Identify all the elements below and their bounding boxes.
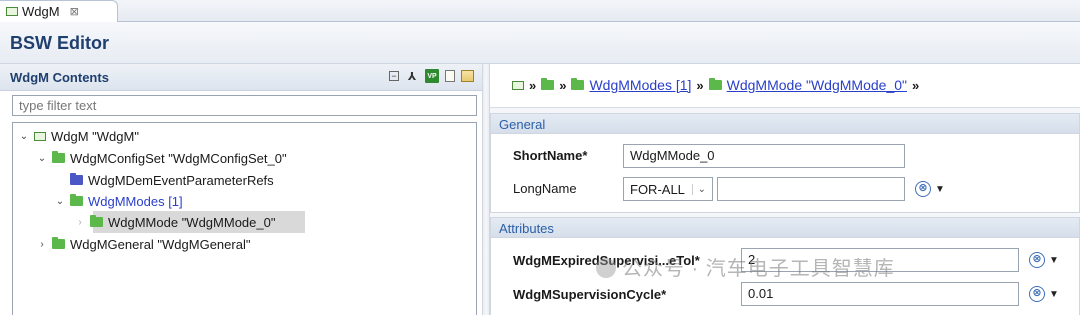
tree-node-label: WdgMConfigSet "WdgMConfigSet_0" [70, 150, 287, 166]
module-icon [6, 7, 18, 16]
contents-title: WdgM Contents [10, 70, 109, 85]
close-icon[interactable]: ⊠ [70, 5, 79, 18]
longname-label: LongName [513, 181, 577, 196]
language-value: FOR-ALL [630, 181, 685, 197]
folder-icon [70, 194, 83, 206]
document-icon[interactable] [445, 70, 455, 82]
chevron-down-icon[interactable]: ⌄ [37, 153, 47, 164]
editor-tab-strip: WdgM ⊠ [0, 0, 1080, 22]
contents-toolbar: − ⅄ VP [389, 69, 474, 83]
chevron-right-icon: » [696, 77, 704, 93]
settings-icon[interactable]: ⊗ [915, 181, 931, 197]
tree-node-general[interactable]: › WdgMGeneral "WdgMGeneral" [37, 233, 250, 255]
chevron-down-icon[interactable]: ⌄ [55, 196, 65, 207]
supervision-cycle-action[interactable]: ⊗ ▼ [1029, 286, 1059, 302]
chevron-down-icon[interactable]: ⌄ [19, 131, 29, 142]
chevron-right-icon[interactable]: » [912, 78, 919, 93]
folder-icon [52, 151, 65, 163]
section-title: Attributes [491, 218, 1079, 238]
chevron-down-icon: ⌄ [691, 183, 706, 195]
tree-node-wdgm[interactable]: ⌄ WdgM "WdgM" [19, 125, 139, 147]
section-title: General [491, 114, 1079, 134]
table-icon[interactable] [461, 70, 474, 82]
chevron-right-icon[interactable]: › [75, 217, 85, 228]
longname-field[interactable] [717, 177, 905, 201]
settings-icon[interactable]: ⊗ [1029, 286, 1045, 302]
tree-node-label: WdgMDemEventParameterRefs [88, 172, 274, 188]
validation-icon[interactable]: VP [425, 69, 439, 83]
tree-node-label: WdgM "WdgM" [51, 128, 139, 144]
module-icon [34, 131, 46, 141]
language-select[interactable]: FOR-ALL ⌄ [623, 177, 713, 201]
hierarchy-icon[interactable]: ⅄ [405, 69, 419, 83]
dropdown-arrow-icon[interactable]: ▼ [1049, 255, 1059, 266]
folder-icon [70, 173, 83, 185]
expired-tolerance-action[interactable]: ⊗ ▼ [1029, 252, 1059, 268]
contents-header: WdgM Contents − ⅄ VP [0, 64, 482, 91]
folder-icon[interactable] [541, 78, 555, 90]
breadcrumb: » » WdgMModes [1] » WdgMMode "WdgMMode_0… [490, 64, 1080, 108]
tree-node-mode-0[interactable]: › WdgMMode "WdgMMode_0" [75, 211, 275, 233]
settings-icon[interactable]: ⊗ [1029, 252, 1045, 268]
tree-node-label: WdgMGeneral "WdgMGeneral" [70, 236, 251, 252]
chevron-right-icon: » [559, 77, 567, 93]
editor-tab-wdgm[interactable]: WdgM ⊠ [0, 0, 118, 22]
folder-icon [52, 237, 65, 249]
collapse-all-icon[interactable]: − [389, 71, 399, 81]
editor-tab-title: WdgM [22, 4, 60, 19]
shortname-label: ShortName* [513, 148, 588, 163]
dropdown-arrow-icon[interactable]: ▼ [1049, 289, 1059, 300]
shortname-field[interactable]: WdgMMode_0 [623, 144, 905, 168]
breadcrumb-link-mode[interactable]: WdgMMode "WdgMMode_0" [727, 77, 907, 93]
dropdown-arrow-icon[interactable]: ▼ [935, 184, 945, 195]
supervision-cycle-field[interactable]: 0.01 [741, 282, 1019, 306]
watermark: 公众号 · 汽车电子工具智慧库 [596, 252, 895, 281]
pane-splitter[interactable] [482, 64, 490, 315]
editor-header: BSW Editor [0, 22, 1080, 64]
chevron-right-icon: » [529, 77, 537, 93]
page-title: BSW Editor [10, 33, 109, 53]
module-icon[interactable] [512, 80, 524, 90]
tree-node-label: WdgMModes [1] [88, 193, 183, 209]
filter-input[interactable]: type filter text [12, 95, 477, 116]
folder-icon [708, 78, 722, 90]
breadcrumb-link-modes[interactable]: WdgMModes [1] [589, 77, 691, 93]
tree-node-configset[interactable]: ⌄ WdgMConfigSet "WdgMConfigSet_0" [37, 147, 287, 169]
contents-pane: WdgM Contents − ⅄ VP type filter text ⌄ … [0, 64, 482, 315]
tree-node-dem-refs[interactable]: WdgMDemEventParameterRefs [55, 169, 274, 191]
watermark-text: 公众号 · 汽车电子工具智慧库 [622, 258, 895, 280]
folder-icon [571, 78, 585, 90]
general-section: General ShortName* WdgMMode_0 LongName F… [490, 113, 1080, 213]
tree-node-modes[interactable]: ⌄ WdgMModes [1] [55, 190, 183, 212]
longname-action[interactable]: ⊗ ▼ [915, 181, 945, 197]
chevron-right-icon[interactable]: › [37, 239, 47, 250]
supervision-cycle-label: WdgMSupervisionCycle* [513, 287, 667, 302]
wechat-logo-icon [596, 258, 616, 278]
tree-node-label: WdgMMode "WdgMMode_0" [108, 214, 276, 230]
folder-icon [90, 215, 103, 227]
contents-tree: ⌄ WdgM "WdgM" ⌄ WdgMConfigSet "WdgMConfi… [12, 122, 477, 315]
